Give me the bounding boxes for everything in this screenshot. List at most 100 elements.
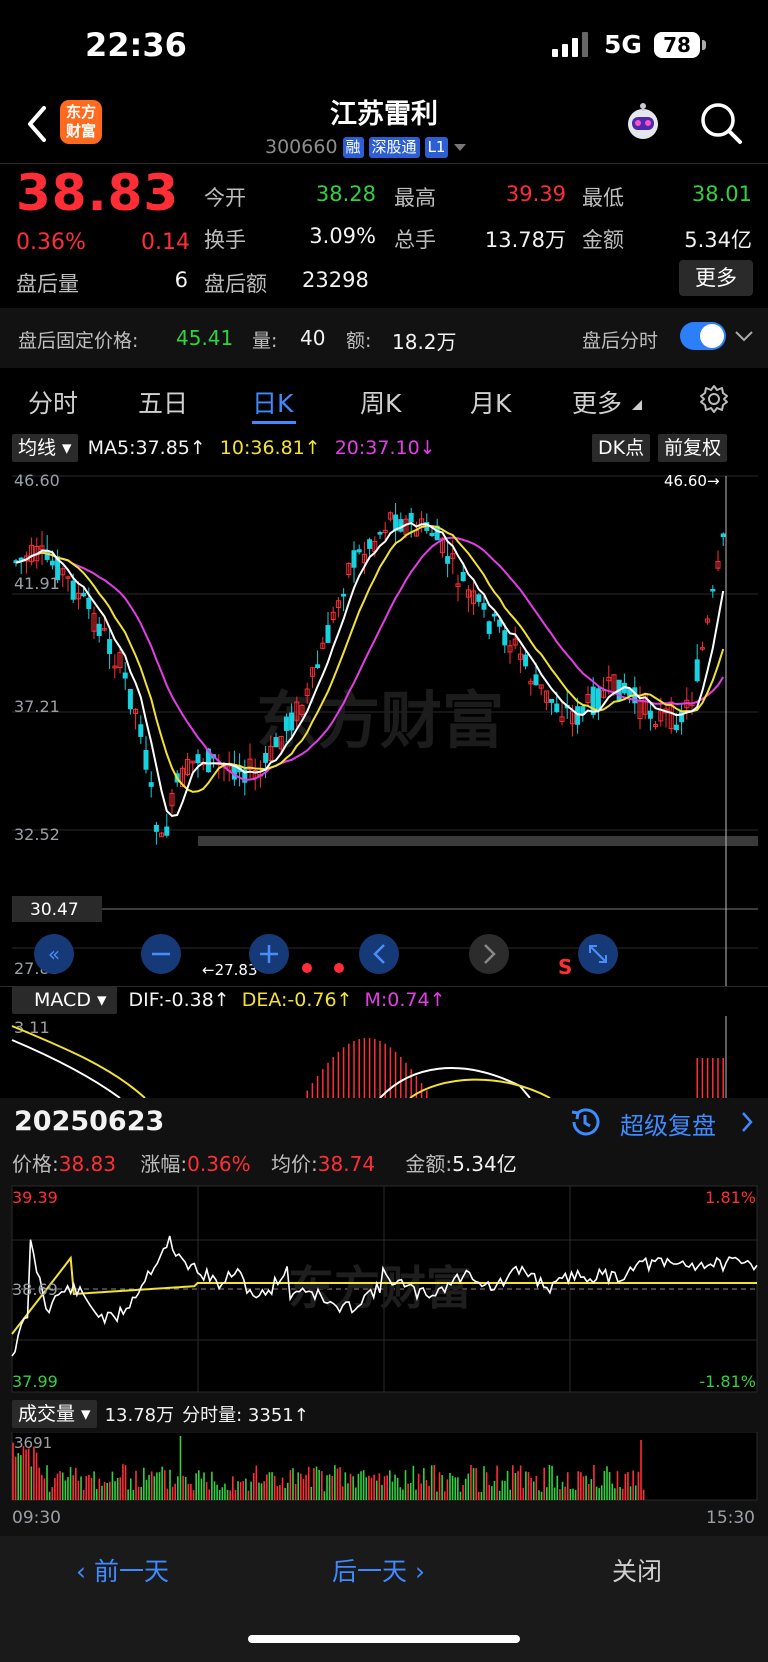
- candle-body: [673, 724, 679, 731]
- next-day-button[interactable]: 后一天 ›: [332, 1552, 425, 1588]
- intraday-chart[interactable]: 东方财富 39.39 38.69 37.99 1.81% -1.81%: [0, 1184, 768, 1394]
- ma5-line: [15, 522, 725, 817]
- low-marker: ←27.83: [202, 961, 258, 979]
- candle-body: [96, 623, 102, 636]
- candle-body: [127, 688, 133, 710]
- tab-timeshare[interactable]: 分时: [28, 384, 78, 420]
- candle-body: [148, 782, 154, 787]
- prev-day-button[interactable]: ‹ 前一天: [76, 1552, 169, 1588]
- y-tick-2: 37.21: [14, 697, 60, 716]
- kline-controls: DK点 前复权: [592, 432, 728, 464]
- stock-code-line: 300660 融 深股通 L1: [265, 134, 467, 160]
- macd-chart[interactable]: 3.11: [0, 1016, 768, 1098]
- tab-more[interactable]: 更多: [572, 384, 622, 420]
- stat-turnover: 3.09%: [309, 224, 376, 248]
- tab-daily-k[interactable]: 日K: [252, 384, 293, 420]
- ma-indicator-label: 均线: [18, 437, 57, 459]
- super-replay-link[interactable]: 超级复盘: [620, 1106, 716, 1141]
- macd-m: M:0.74↑: [364, 989, 446, 1011]
- time-end: 15:30: [706, 1508, 755, 1528]
- stat-label-open: 今开: [204, 186, 246, 210]
- fixed-vol: 40: [300, 326, 326, 350]
- close-button[interactable]: 关闭: [612, 1552, 662, 1588]
- ma-indicator-select[interactable]: 均线 ▾: [12, 434, 78, 462]
- replay-date: 20250623: [14, 1106, 165, 1137]
- candle-body: [367, 539, 373, 549]
- macd-indicator-label: MACD: [34, 989, 91, 1011]
- kline-chart[interactable]: 东方财富 46.60 41.91 37.21 32.52 27.83 30.47…: [0, 466, 768, 986]
- candle-body: [647, 710, 653, 719]
- candle-body: [70, 580, 76, 600]
- intraday-volume-chart[interactable]: 3691: [0, 1432, 768, 1504]
- settings-gear-icon[interactable]: [699, 384, 729, 414]
- kline-legend: 均线 ▾ MA5:37.85↑ 10:36.81↑ 20:37.10↓: [12, 432, 436, 464]
- stat-label-after-amount: 盘后额: [204, 272, 267, 296]
- chevron-down-icon[interactable]: [734, 328, 754, 344]
- candle-body: [575, 706, 581, 725]
- scroll-right-button: [469, 934, 509, 974]
- next-day-label: 后一天: [332, 1557, 408, 1586]
- candle-body: [523, 654, 529, 667]
- scroll-left-button: [359, 934, 399, 974]
- candle-body: [491, 613, 497, 617]
- candle-body: [445, 556, 451, 564]
- more-stats-button[interactable]: 更多: [679, 260, 753, 296]
- support-band: [198, 836, 758, 846]
- current-price-tag-text: 30.47: [30, 900, 79, 920]
- intraday-y-low: 37.99: [12, 1372, 58, 1391]
- candle-body: [81, 592, 87, 597]
- stat-after-amount: 23298: [302, 268, 369, 292]
- fixed-amt-label: 额:: [346, 330, 372, 352]
- adjust-button[interactable]: 前复权: [658, 434, 728, 462]
- last-price: 38.83: [16, 164, 180, 222]
- candle-body: [341, 593, 347, 597]
- candle-body: [595, 688, 601, 710]
- tag-margin: 融: [342, 136, 364, 158]
- candle-body: [143, 750, 149, 770]
- fixed-price-label: 盘后固定价格:: [18, 330, 139, 352]
- y-tick-1: 41.91: [14, 574, 60, 593]
- replay-amt-label: 金额:: [405, 1152, 453, 1176]
- candle-body: [18, 557, 24, 561]
- replay-price: 38.83: [58, 1152, 117, 1176]
- tag-level: L1: [424, 136, 449, 158]
- candle-body: [554, 703, 560, 713]
- stat-label-high: 最高: [394, 186, 436, 210]
- intraday-pct-low: -1.81%: [699, 1372, 756, 1391]
- prev-day-label: 前一天: [93, 1557, 169, 1586]
- ma20-value: 20:37.10↓: [334, 437, 436, 459]
- stat-label-turnover: 换手: [204, 228, 246, 252]
- dot-marker-2: [334, 963, 344, 973]
- candle-body: [710, 588, 716, 592]
- candle-body: [138, 724, 144, 737]
- candle-body: [351, 550, 357, 568]
- search-icon[interactable]: [698, 100, 744, 146]
- candle-body: [398, 519, 404, 532]
- stat-volume: 13.78万: [484, 228, 566, 252]
- caret-down-icon[interactable]: [453, 142, 467, 152]
- robot-assistant-icon[interactable]: [620, 100, 666, 146]
- tab-monthly-k[interactable]: 月K: [470, 384, 511, 420]
- candle-body: [315, 664, 321, 668]
- dk-point-button[interactable]: DK点: [592, 434, 651, 462]
- signal-icon: [552, 32, 588, 57]
- macd-indicator-select[interactable]: MACD ▾: [12, 986, 117, 1014]
- candle-body: [263, 752, 269, 763]
- stat-low: 38.01: [691, 182, 752, 206]
- timeshare-volume: 分时量: 3351↑: [182, 1405, 309, 1426]
- replay-chg-label: 涨幅:: [140, 1152, 188, 1176]
- tab-weekly-k[interactable]: 周K: [360, 384, 401, 420]
- dot-marker-1: [302, 963, 312, 973]
- candle-body: [486, 621, 492, 634]
- candle-body: [325, 625, 331, 643]
- fixed-price: 45.41: [176, 326, 234, 350]
- volume-indicator-select[interactable]: 成交量 ▾: [12, 1400, 97, 1428]
- corner-triangle-icon: [632, 400, 642, 410]
- candles-group: [13, 503, 726, 845]
- history-clock-icon[interactable]: [568, 1106, 602, 1138]
- chevron-right-icon[interactable]: [740, 1110, 754, 1134]
- tab-five-day[interactable]: 五日: [138, 384, 188, 420]
- intraday-y-mid: 38.69: [12, 1280, 58, 1299]
- volume-legend: 成交量 ▾ 13.78万 分时量: 3351↑: [12, 1398, 309, 1430]
- after-hours-toggle[interactable]: [680, 322, 726, 350]
